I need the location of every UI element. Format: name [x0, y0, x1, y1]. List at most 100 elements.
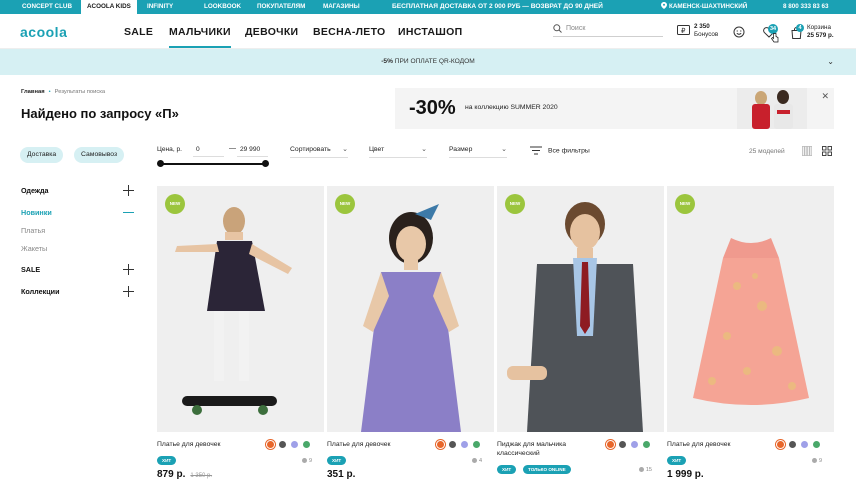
- color-swatch-green[interactable]: [813, 441, 820, 448]
- price-slider-max-handle[interactable]: [262, 160, 269, 167]
- product-name[interactable]: Платье для девочек: [667, 440, 771, 449]
- product-image[interactable]: NEW: [497, 186, 664, 432]
- topbar-lookbook-link[interactable]: LOOKBOOK: [204, 0, 241, 14]
- color-swatch-gray[interactable]: [789, 441, 796, 448]
- sidebar-item-jackets[interactable]: Жакеты: [21, 244, 47, 253]
- grid-4-columns-icon[interactable]: [802, 146, 812, 156]
- cursor-hand-icon: [771, 33, 779, 43]
- color-swatch-gray[interactable]: [619, 441, 626, 448]
- color-swatch-green[interactable]: [473, 441, 480, 448]
- color-swatch-green[interactable]: [303, 441, 310, 448]
- topbar-promo-text: БЕСПЛАТНАЯ ДОСТАВКА ОТ 2 000 РУБ — ВОЗВР…: [392, 3, 603, 10]
- promo-text: на коллекцию SUMMER 2020: [465, 104, 558, 111]
- hit-tag: ХИТ: [327, 456, 347, 465]
- product-photo-sequin-dress: [667, 186, 834, 432]
- product-name[interactable]: Платье для девочек: [157, 440, 261, 449]
- price-old: 1 350 р.: [190, 473, 213, 479]
- topbar-city[interactable]: КАМЕНСК-ШАХТИНСКИЙ: [661, 0, 747, 14]
- color-swatch-lilac[interactable]: [291, 441, 298, 448]
- product-image[interactable]: NEW: [327, 186, 494, 432]
- pickup-filter-pill[interactable]: Самовывоз: [74, 147, 125, 163]
- plus-icon[interactable]: [123, 185, 134, 196]
- price-min-input[interactable]: 0: [193, 143, 224, 157]
- hit-tag: ХИТ: [497, 465, 517, 474]
- topbar-infinity-link[interactable]: INFINITY: [147, 0, 173, 14]
- sidebar-item-dresses[interactable]: Платья: [21, 226, 45, 235]
- topbar-acoola-kids-link[interactable]: ACOOLA KIDS: [81, 0, 137, 14]
- new-badge: NEW: [505, 194, 525, 214]
- sidebar-item-sale[interactable]: SALE: [21, 265, 40, 274]
- cart-summary[interactable]: Корзина 25 579 р.: [807, 24, 834, 39]
- reviews-value: 15: [645, 467, 652, 473]
- product-photo-girl-floral-dress: [327, 186, 494, 432]
- plus-icon[interactable]: [123, 286, 134, 297]
- product-name[interactable]: Платье для девочек: [327, 440, 431, 449]
- color-dropdown[interactable]: Цвет ⌄: [369, 146, 427, 158]
- nav-instashop[interactable]: ИНСТАШОП: [398, 26, 462, 38]
- cart-count-badge: 4: [796, 24, 804, 32]
- product-photo-boy-suit: [497, 186, 664, 432]
- smile-icon[interactable]: [733, 26, 745, 38]
- promo-banner[interactable]: -30% на коллекцию SUMMER 2020 ✕: [395, 88, 834, 129]
- comment-icon: [471, 458, 477, 464]
- minus-icon[interactable]: [123, 207, 134, 218]
- color-swatch-orange[interactable]: [777, 441, 784, 448]
- nav-sale[interactable]: SALE: [124, 26, 153, 38]
- city-label: КАМЕНСК-ШАХТИНСКИЙ: [669, 3, 748, 10]
- hit-tag: ХИТ: [667, 456, 687, 465]
- sort-dropdown[interactable]: Сортировать ⌄: [290, 146, 348, 158]
- delivery-filter-pill[interactable]: Доставка: [20, 147, 64, 163]
- topbar-concept-club-link[interactable]: CONCEPT CLUB: [22, 0, 72, 14]
- size-dropdown[interactable]: Размер ⌄: [449, 146, 507, 158]
- filter-lines-icon: [530, 146, 542, 155]
- comment-icon: [811, 458, 817, 464]
- page-title: Найдено по запросу «П»: [21, 106, 179, 121]
- color-swatch-orange[interactable]: [437, 441, 444, 448]
- price-range-slider[interactable]: [157, 160, 269, 167]
- color-swatch-lilac[interactable]: [461, 441, 468, 448]
- topbar-stores-link[interactable]: МАГАЗИНЫ: [323, 0, 360, 14]
- close-icon[interactable]: ✕: [821, 91, 829, 102]
- qr-payment-banner[interactable]: -5% ПРИ ОПЛАТЕ QR-КОДОМ ⌄: [0, 49, 856, 75]
- color-swatch-lilac[interactable]: [801, 441, 808, 448]
- all-filters-button[interactable]: Все фильтры: [530, 146, 590, 155]
- color-swatch-gray[interactable]: [279, 441, 286, 448]
- price-slider-min-handle[interactable]: [157, 160, 164, 167]
- sidebar-item-collections[interactable]: Коллекции: [21, 287, 60, 296]
- site-header: acoola SALE МАЛЬЧИКИ ДЕВОЧКИ ВЕСНА-ЛЕТО …: [0, 14, 856, 49]
- product-price: 351 р.: [327, 469, 355, 479]
- topbar-phone[interactable]: 8 800 333 83 63: [783, 0, 829, 14]
- chevron-down-icon[interactable]: ⌄: [827, 49, 834, 75]
- favorites-button[interactable]: 34: [763, 24, 779, 43]
- product-name[interactable]: Пиджак для мальчика классический: [497, 440, 601, 458]
- bonus-widget[interactable]: ₽ 2 350 Бонусов: [677, 22, 718, 40]
- product-image[interactable]: NEW: [667, 186, 834, 432]
- topbar-buyers-link[interactable]: ПОКУПАТЕЛЯМ: [257, 0, 305, 14]
- price-label: Цена, р.: [157, 146, 183, 153]
- chevron-down-icon: ⌄: [342, 146, 348, 153]
- location-pin-icon: [661, 2, 667, 9]
- nav-girls[interactable]: ДЕВОЧКИ: [245, 26, 298, 38]
- price-max-input[interactable]: 29 990: [237, 143, 268, 157]
- grid-tiles-icon[interactable]: [822, 146, 832, 156]
- acoola-logo[interactable]: acoola: [20, 25, 88, 39]
- color-swatch-orange[interactable]: [267, 441, 274, 448]
- bonus-value: 2 350: [694, 23, 710, 30]
- search-input[interactable]: Поиск: [553, 23, 663, 37]
- color-swatch-orange[interactable]: [607, 441, 614, 448]
- sort-label: Сортировать: [290, 146, 331, 153]
- nav-spring-summer[interactable]: ВЕСНА-ЛЕТО: [313, 26, 386, 38]
- comment-icon: [301, 458, 307, 464]
- nav-boys[interactable]: МАЛЬЧИКИ: [169, 26, 231, 48]
- product-image[interactable]: NEW: [157, 186, 324, 432]
- plus-icon[interactable]: [123, 264, 134, 275]
- color-swatch-gray[interactable]: [449, 441, 456, 448]
- sidebar-item-news[interactable]: Новинки: [21, 208, 52, 217]
- breadcrumb-home[interactable]: Главная: [21, 89, 45, 95]
- cart-button[interactable]: 4: [791, 24, 805, 39]
- breadcrumb-separator: •: [48, 89, 51, 95]
- bonus-label: Бонусов: [694, 30, 719, 38]
- color-swatch-lilac[interactable]: [631, 441, 638, 448]
- sidebar-item-clothes[interactable]: Одежда: [21, 186, 49, 195]
- color-swatch-green[interactable]: [643, 441, 650, 448]
